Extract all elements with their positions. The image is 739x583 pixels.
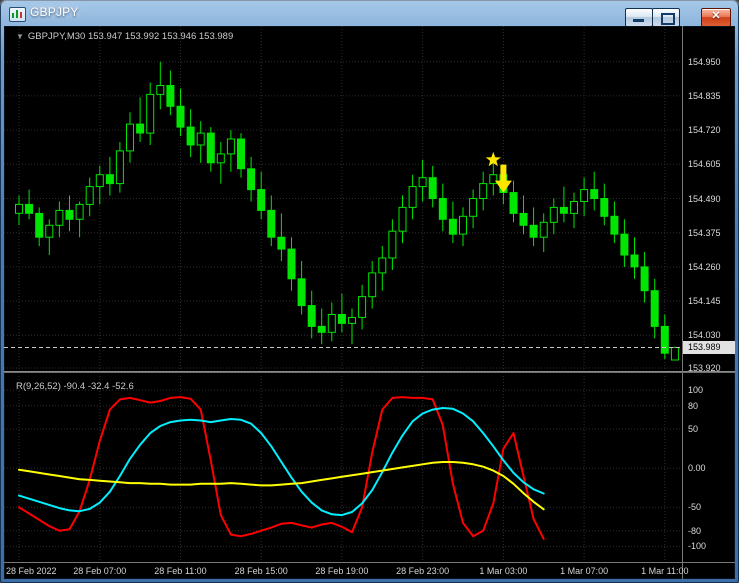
maximize-icon — [661, 13, 675, 25]
minimize-icon — [633, 19, 644, 22]
ohlc-values: 153.947 153.992 153.946 153.989 — [87, 31, 234, 42]
minimize-button[interactable] — [625, 8, 653, 27]
time-axis-label: 28 Feb 07:00 — [73, 566, 127, 576]
indicator-line-medium — [18, 407, 545, 517]
price-tick-label: 154.720 — [688, 125, 721, 136]
price-tick-label: 154.950 — [688, 56, 721, 67]
chart-window: GBPJPY ✕ ▼ GBPJPY,M30 153.947 153.992 153… — [0, 0, 739, 583]
chart-client-area[interactable]: ▼ GBPJPY,M30 153.947 153.992 153.946 153.… — [4, 26, 735, 579]
close-icon: ✕ — [711, 10, 721, 22]
time-axis-label: 1 Mar 11:00 — [641, 566, 689, 576]
candles — [15, 61, 679, 361]
signal-arrow-down-icon — [494, 164, 512, 193]
pane-splitter[interactable] — [4, 371, 735, 373]
price-tick-label: 154.260 — [688, 261, 721, 272]
price-tick-label: 154.835 — [688, 90, 721, 101]
indicator-tick-label: 50 — [688, 424, 699, 435]
indicator-line-slow — [18, 461, 545, 511]
indicator-tick-label: 80 — [688, 400, 699, 411]
indicator-tick-label: 0.00 — [688, 463, 706, 474]
maximize-button[interactable] — [652, 8, 680, 27]
price-axis[interactable]: 154.950 154.835 154.720 154.605 154.490 154.3… — [688, 26, 735, 563]
price-tick-label: 154.605 — [688, 159, 721, 170]
time-axis-label: 28 Feb 23:00 — [396, 566, 450, 576]
time-axis-label: 1 Mar 07:00 — [560, 566, 609, 576]
price-tick-label: 153.920 — [688, 363, 721, 374]
indicator-tick-label: 100 — [688, 385, 704, 396]
mt4-chart-icon — [9, 7, 26, 22]
time-axis-label: 28 Feb 2022 — [6, 566, 57, 576]
price-tick-label: 154.030 — [688, 330, 721, 341]
price-tick-label: 154.375 — [688, 227, 721, 238]
chart-ohlc-header: ▼ GBPJPY,M30 153.947 153.992 153.946 153.… — [16, 31, 233, 42]
price-tick-label: 154.490 — [688, 193, 721, 204]
price-tick-label: 154.145 — [688, 296, 721, 307]
time-axis-label: 28 Feb 19:00 — [315, 566, 369, 576]
time-axis-label: 28 Feb 15:00 — [234, 566, 288, 576]
close-button[interactable]: ✕ — [701, 8, 731, 27]
time-axis-label: 1 Mar 03:00 — [479, 566, 528, 576]
price-axis-line — [682, 26, 683, 579]
symbol-dropdown-icon[interactable]: ▼ — [16, 32, 24, 41]
indicator-tick-label: -50 — [688, 502, 702, 513]
indicator-tick-label: -100 — [688, 541, 707, 552]
candlestick-pane[interactable] — [4, 26, 683, 371]
title-bar[interactable]: GBPJPY ✕ — [0, 0, 739, 27]
indicator-tick-label: -80 — [688, 525, 702, 536]
window-title: GBPJPY — [30, 5, 79, 19]
symbol-timeframe-label: GBPJPY,M30 — [27, 31, 86, 42]
indicator-label: R(9,26,52) -90.4 -32.4 -52.6 — [16, 381, 134, 392]
time-axis[interactable]: 28 Feb 2022 28 Feb 07:00 28 Feb 11:00 28 Fe… — [4, 563, 735, 579]
time-axis-label: 28 Feb 11:00 — [154, 566, 207, 576]
current-price-badge: 153.989 — [683, 341, 735, 354]
indicator-grid-lines — [4, 376, 682, 562]
indicator-pane[interactable] — [4, 376, 683, 562]
